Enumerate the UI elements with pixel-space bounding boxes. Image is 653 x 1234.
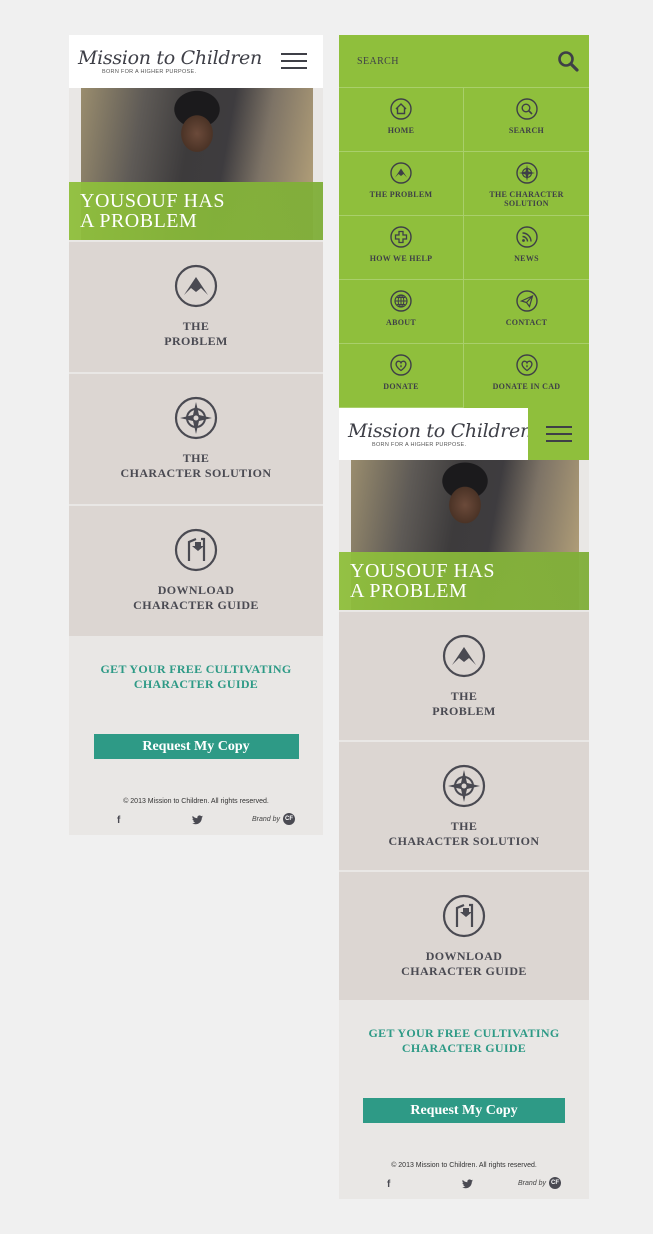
mountain-icon [442,634,486,678]
menu-item-label: CONTACT [505,318,548,327]
menu-item-how-we-help[interactable]: HOW WE HELP [339,216,464,280]
promo-section: GET YOUR FREE CULTIVATING CHARACTER GUID… [69,636,323,833]
menu-item-label: THE CHARACTER SOLUTION [489,190,564,208]
brand-by-text: Brand by [251,815,280,823]
footer-row: f Brand by CF [69,813,323,833]
menu-item-label: SEARCH [508,126,545,135]
hamburger-menu-icon[interactable] [528,408,589,460]
cross-icon [390,226,412,248]
menu-item-label: THE PROBLEM [369,190,433,199]
rss-icon [516,226,538,248]
promo-section: GET YOUR FREE CULTIVATING CHARACTER GUID… [339,1000,589,1197]
heart-drop-icon [390,354,412,376]
heart-drop-icon [516,354,538,376]
brand-badge: CF [549,1177,561,1189]
tile-label: DOWNLOAD CHARACTER GUIDE [133,583,259,612]
twitter-icon[interactable] [192,815,203,825]
search-icon [516,98,538,120]
menu-item-home[interactable]: HOME [339,88,464,152]
nav-menu: HOME SEARCH THE PROBLEM THE CHARACTER SO… [339,35,589,408]
tile-label: DOWNLOAD CHARACTER GUIDE [401,949,527,978]
twitter-icon[interactable] [462,1179,473,1189]
menu-item-label: NEWS [514,254,539,263]
brand-badge: CF [283,813,295,825]
menu-item-label: ABOUT [386,318,416,327]
compass-icon [174,396,218,440]
menu-item-about[interactable]: ABOUT [339,280,464,344]
copyright: © 2013 Mission to Children. All rights r… [391,1162,537,1169]
promo-title: GET YOUR FREE CULTIVATING CHARACTER GUID… [368,1026,560,1055]
logo[interactable]: Mission to Children BORN FOR A HIGHER PU… [339,421,532,448]
menu-grid: HOME SEARCH THE PROBLEM THE CHARACTER SO… [339,88,589,408]
home-icon [390,98,412,120]
menu-item-label: HOW WE HELP [369,254,433,263]
brand-credit[interactable]: Brand by CF [252,813,295,825]
request-copy-button[interactable]: Request My Copy [363,1098,565,1123]
tile-download-guide[interactable]: DOWNLOAD CHARACTER GUIDE [339,872,589,1000]
menu-item-the-problem[interactable]: THE PROBLEM [339,152,464,216]
request-copy-button[interactable]: Request My Copy [93,734,299,759]
hero-title: YOUSOUF HAS A PROBLEM [80,190,225,232]
tile-label: THE PROBLEM [432,689,496,718]
paper-plane-icon [516,290,538,312]
hero-banner[interactable]: YOUSOUF HAS A PROBLEM [339,460,589,610]
menu-item-contact[interactable]: CONTACT [464,280,589,344]
hero-banner[interactable]: YOUSOUF HAS A PROBLEM [69,88,323,240]
logo-text: Mission to Children [78,47,262,69]
menu-item-label: DONATE [383,382,419,391]
tile-character-solution[interactable]: THE CHARACTER SOLUTION [339,742,589,870]
compass-icon [442,764,486,808]
search-icon[interactable] [557,50,579,72]
mountain-icon [174,264,218,308]
menu-item-label: DONATE IN CAD [492,382,561,391]
logo-text: Mission to Children [348,419,532,442]
tile-the-problem[interactable]: THE PROBLEM [69,242,323,372]
hero-title: YOUSOUF HAS A PROBLEM [350,560,495,602]
mobile-page-left: Mission to Children BORN FOR A HIGHER PU… [69,35,323,835]
download-icon [442,894,486,938]
logo-tagline: BORN FOR A HIGHER PURPOSE. [372,441,467,448]
logo-tagline: BORN FOR A HIGHER PURPOSE. [102,69,197,75]
site-header: Mission to Children BORN FOR A HIGHER PU… [339,408,589,460]
tile-the-problem[interactable]: THE PROBLEM [339,612,589,740]
hamburger-menu-icon[interactable] [281,53,307,70]
menu-item-donate[interactable]: DONATE [339,344,464,408]
search-input[interactable] [357,55,507,67]
menu-item-donate-cad[interactable]: DONATE IN CAD [464,344,589,408]
facebook-icon[interactable]: f [387,1179,390,1190]
mountain-icon [390,162,412,184]
menu-item-character-solution[interactable]: THE CHARACTER SOLUTION [464,152,589,216]
copyright: © 2013 Mission to Children. All rights r… [123,798,269,805]
promo-title: GET YOUR FREE CULTIVATING CHARACTER GUID… [100,662,292,691]
download-icon [174,528,218,572]
menu-item-label: HOME [387,126,415,135]
logo[interactable]: Mission to Children BORN FOR A HIGHER PU… [69,48,262,75]
compass-icon [516,162,538,184]
menu-search-row [339,35,589,88]
tile-character-solution[interactable]: THE CHARACTER SOLUTION [69,374,323,504]
footer-row: f Brand by CF [339,1177,589,1197]
brand-credit[interactable]: Brand by CF [518,1177,561,1189]
mobile-page-right: HOME SEARCH THE PROBLEM THE CHARACTER SO… [339,35,589,1199]
globe-icon [390,290,412,312]
site-header: Mission to Children BORN FOR A HIGHER PU… [69,35,323,88]
menu-item-news[interactable]: NEWS [464,216,589,280]
facebook-icon[interactable]: f [117,815,120,826]
tile-label: THE CHARACTER SOLUTION [120,451,272,480]
brand-by-text: Brand by [517,1179,546,1187]
menu-item-search[interactable]: SEARCH [464,88,589,152]
tile-label: THE CHARACTER SOLUTION [388,819,540,848]
tile-download-guide[interactable]: DOWNLOAD CHARACTER GUIDE [69,506,323,636]
tile-label: THE PROBLEM [164,319,228,348]
